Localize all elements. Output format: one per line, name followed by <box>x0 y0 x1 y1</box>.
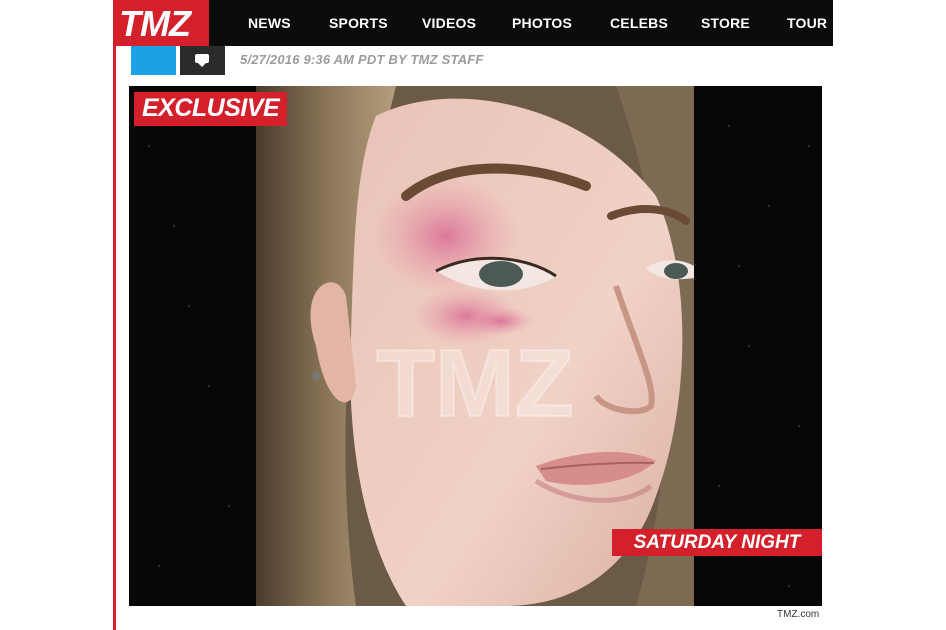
article-dateline: 5/27/2016 9:36 AM PDT BY TMZ STAFF <box>240 52 484 67</box>
nav-celebs[interactable]: CELEBS <box>610 15 668 31</box>
comment-button[interactable] <box>180 46 225 75</box>
photo-credit: TMZ.com <box>777 609 820 620</box>
nav-tour[interactable]: TOUR <box>787 15 827 31</box>
article-media[interactable]: TMZ EXCLUSIVE SATURDAY NIGHT <box>129 86 822 606</box>
nav-photos[interactable]: PHOTOS <box>512 15 572 31</box>
tmz-logo[interactable]: TMZ <box>113 0 209 46</box>
exclusive-badge: EXCLUSIVE <box>134 92 288 126</box>
nav-videos[interactable]: VIDEOS <box>422 15 476 31</box>
tmz-watermark: TMZ <box>376 330 573 437</box>
facebook-share-button[interactable] <box>131 46 176 75</box>
photo-illustration: TMZ <box>256 86 694 606</box>
nav-sports[interactable]: SPORTS <box>329 15 388 31</box>
face-photo: TMZ <box>256 86 694 606</box>
left-accent-rule <box>113 0 116 630</box>
comment-icon <box>195 54 209 67</box>
logo-text: TMZ <box>119 3 191 44</box>
caption-badge: SATURDAY NIGHT <box>612 529 822 556</box>
nav-news[interactable]: NEWS <box>248 15 291 31</box>
nav-store[interactable]: STORE <box>701 15 750 31</box>
